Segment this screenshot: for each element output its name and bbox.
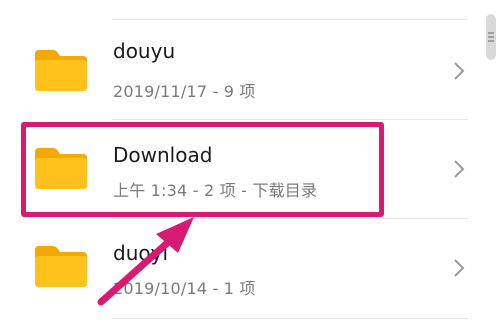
chevron-right-icon [452,158,466,180]
folder-icon [33,146,89,190]
folder-icon [33,244,89,288]
list-item-duoyi[interactable]: duoyi 2019/10/14 - 1 项 [0,219,500,318]
folder-icon [33,48,89,92]
chevron-right-icon [452,257,466,279]
file-meta: 上午 1:34 - 2 项 - 下载目录 [113,181,318,200]
file-name: duoyi [113,241,168,265]
file-name: Download [113,143,213,167]
file-manager-screen: douyu 2019/11/17 - 9 项 Download 上午 1:34 … [0,0,500,333]
scrollbar-thumb[interactable] [486,14,496,60]
list-divider [112,318,468,319]
chevron-right-icon [452,60,466,82]
list-item-download[interactable]: Download 上午 1:34 - 2 项 - 下载目录 [0,120,500,218]
file-name: douyu [113,39,176,63]
file-meta: 2019/10/14 - 1 项 [113,279,256,298]
list-item-douyu[interactable]: douyu 2019/11/17 - 9 项 [0,20,500,119]
file-meta: 2019/11/17 - 9 项 [113,82,256,101]
